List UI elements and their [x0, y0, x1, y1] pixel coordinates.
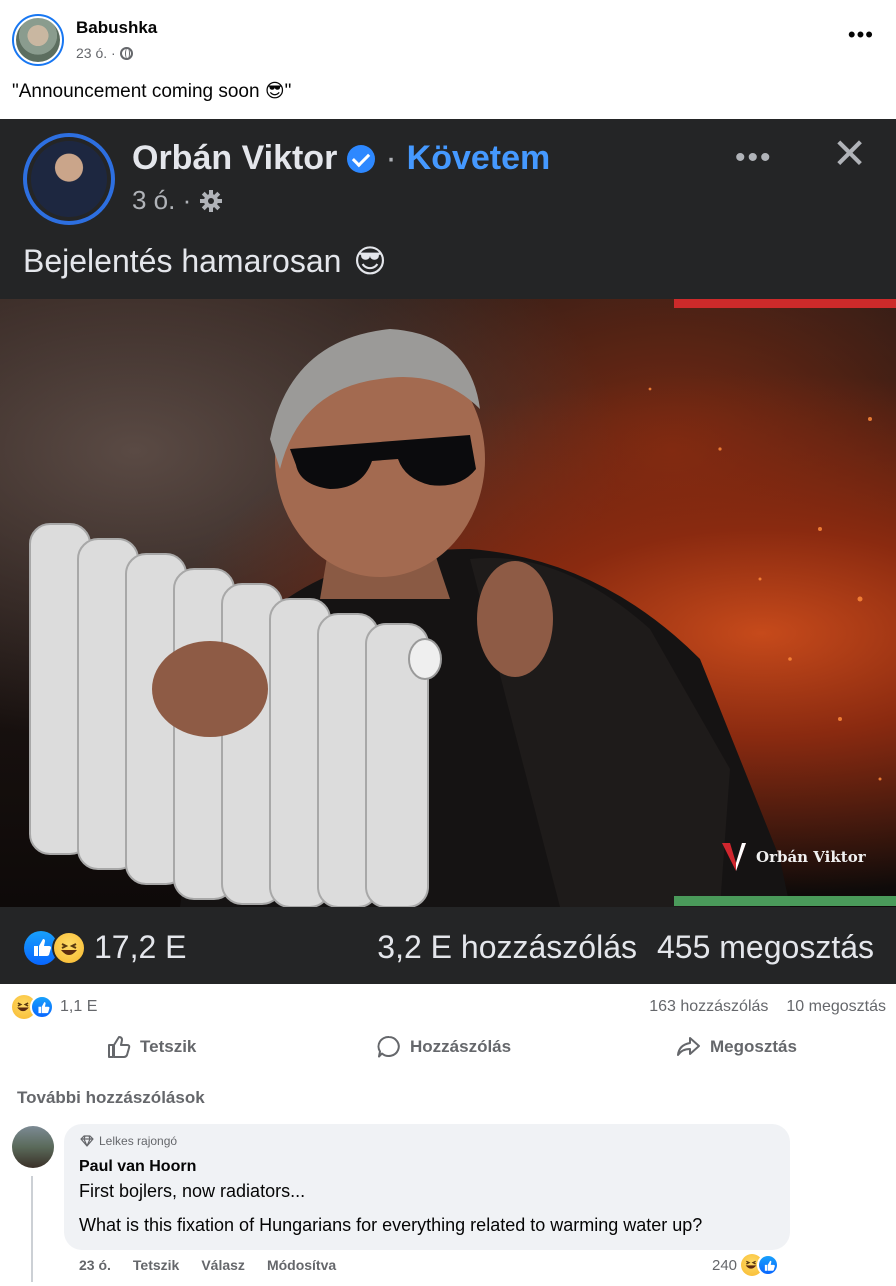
stats-row: 1,1 E 163 hozzászólás 10 megosztás	[0, 993, 896, 1023]
globe-icon	[119, 46, 133, 60]
post-stats: 163 hozzászólás 10 megosztás	[649, 998, 886, 1016]
thread-line	[31, 1176, 33, 1282]
more-options-icon[interactable]: •••	[848, 24, 874, 46]
share-button-label: Megosztás	[710, 1037, 797, 1056]
reaction-count: 1,1 E	[60, 998, 98, 1015]
post-text: "Announcement coming soon 😎"	[12, 81, 292, 102]
embedded-post-header: Orbán Viktor · Követem 3 ó. · ••• ✕ Beje…	[0, 119, 896, 299]
more-comments-link[interactable]: További hozzászólások	[17, 1088, 205, 1108]
comment-like-button[interactable]: Tetszik	[133, 1257, 179, 1273]
flag-stripe-green	[674, 896, 896, 906]
comment-time[interactable]: 23 ó.	[79, 1257, 111, 1273]
embedded-comments-count: 3,2 E hozzászólás	[377, 929, 637, 965]
comment-edited-label[interactable]: Módosítva	[267, 1257, 336, 1273]
comment-bubble: Lelkes rajongó Paul van Hoorn First bojl…	[64, 1124, 790, 1250]
flag-stripe-red	[674, 299, 896, 308]
fan-badge-label: Lelkes rajongó	[99, 1134, 178, 1148]
author-name[interactable]: Babushka	[76, 18, 157, 38]
share-arrow-icon	[677, 1037, 700, 1056]
embedded-meta: 3 ó. ·	[132, 185, 223, 216]
comment-text-line1: First bojlers, now radiators...	[79, 1181, 306, 1201]
embedded-reactions: 17,2 E	[24, 929, 187, 966]
embedded-author-name: Orbán Viktor	[132, 139, 338, 177]
comment-reaction-icons	[741, 1254, 780, 1276]
embedded-author: Orbán Viktor · Követem	[132, 139, 550, 178]
share-button[interactable]: Megosztás	[676, 1034, 797, 1060]
photo-artwork	[29, 329, 882, 907]
action-row: Tetszik Hozzászólás Megosztás	[0, 1030, 896, 1070]
embedded-time: 3 ó. ·	[132, 185, 192, 215]
follow-label: Követem	[406, 139, 551, 177]
post-image[interactable]: Orbán Viktor · Követem 3 ó. · ••• ✕ Beje…	[0, 119, 896, 984]
embedded-text: Bejelentés hamarosan 😎	[23, 242, 387, 280]
shares-count[interactable]: 10 megosztás	[786, 998, 886, 1016]
embedded-avatar	[23, 133, 115, 225]
comment-button[interactable]: Hozzászólás	[376, 1034, 511, 1060]
comment-text-line2: What is this fixation of Hungarians for …	[79, 1215, 703, 1235]
watermark-logo-icon	[722, 843, 746, 871]
embedded-more-icon: •••	[735, 141, 773, 174]
commenter-avatar[interactable]	[12, 1126, 54, 1168]
gear-icon	[200, 189, 223, 212]
embedded-reaction-icons	[24, 930, 86, 965]
commenter-name[interactable]: Paul van Hoorn	[79, 1158, 196, 1176]
comments-count[interactable]: 163 hozzászólás	[649, 998, 768, 1016]
like-reaction-icon	[30, 995, 54, 1019]
like-reaction-icon	[757, 1254, 780, 1276]
diamond-icon	[80, 1135, 94, 1147]
post-time[interactable]: 23 ó. ·	[76, 45, 116, 61]
author-avatar[interactable]	[12, 14, 64, 66]
embedded-text-body: Bejelentés hamarosan	[23, 242, 342, 279]
sunglasses-emoji: 😎	[353, 243, 387, 279]
comment-reaction-count: 240	[712, 1256, 738, 1274]
embedded-stats: 3,2 E hozzászólás 455 megosztás	[377, 929, 874, 966]
reaction-summary[interactable]: 1,1 E	[12, 995, 97, 1019]
comment-bubble-icon	[377, 1036, 400, 1058]
comment-reactions[interactable]: 240	[712, 1254, 780, 1276]
embedded-footer: 17,2 E 3,2 E hozzászólás 455 megosztás	[0, 907, 896, 984]
comment-button-label: Hozzászólás	[410, 1037, 512, 1056]
fan-badge: Lelkes rajongó	[80, 1134, 177, 1148]
embedded-shares-count: 455 megosztás	[656, 929, 874, 965]
watermark: Orbán Viktor	[720, 841, 866, 873]
separator: ·	[385, 139, 397, 177]
reaction-icons	[12, 995, 54, 1019]
post-header: Babushka 23 ó. · •••	[0, 0, 896, 74]
embedded-reaction-count: 17,2 E	[94, 929, 187, 965]
like-button[interactable]: Tetszik	[106, 1034, 196, 1060]
like-button-label: Tetszik	[140, 1037, 197, 1056]
haha-reaction-icon	[52, 930, 86, 965]
watermark-text: Orbán Viktor	[756, 848, 866, 866]
photo-illustration	[0, 299, 896, 907]
verified-badge-icon	[347, 144, 376, 173]
comment-actions: 23 ó. Tetszik Válasz Módosítva	[79, 1257, 336, 1273]
thumbs-up-icon	[108, 1036, 131, 1058]
post-meta: 23 ó. ·	[76, 45, 133, 61]
comment-reply-button[interactable]: Válasz	[201, 1257, 245, 1273]
close-icon: ✕	[832, 130, 868, 177]
